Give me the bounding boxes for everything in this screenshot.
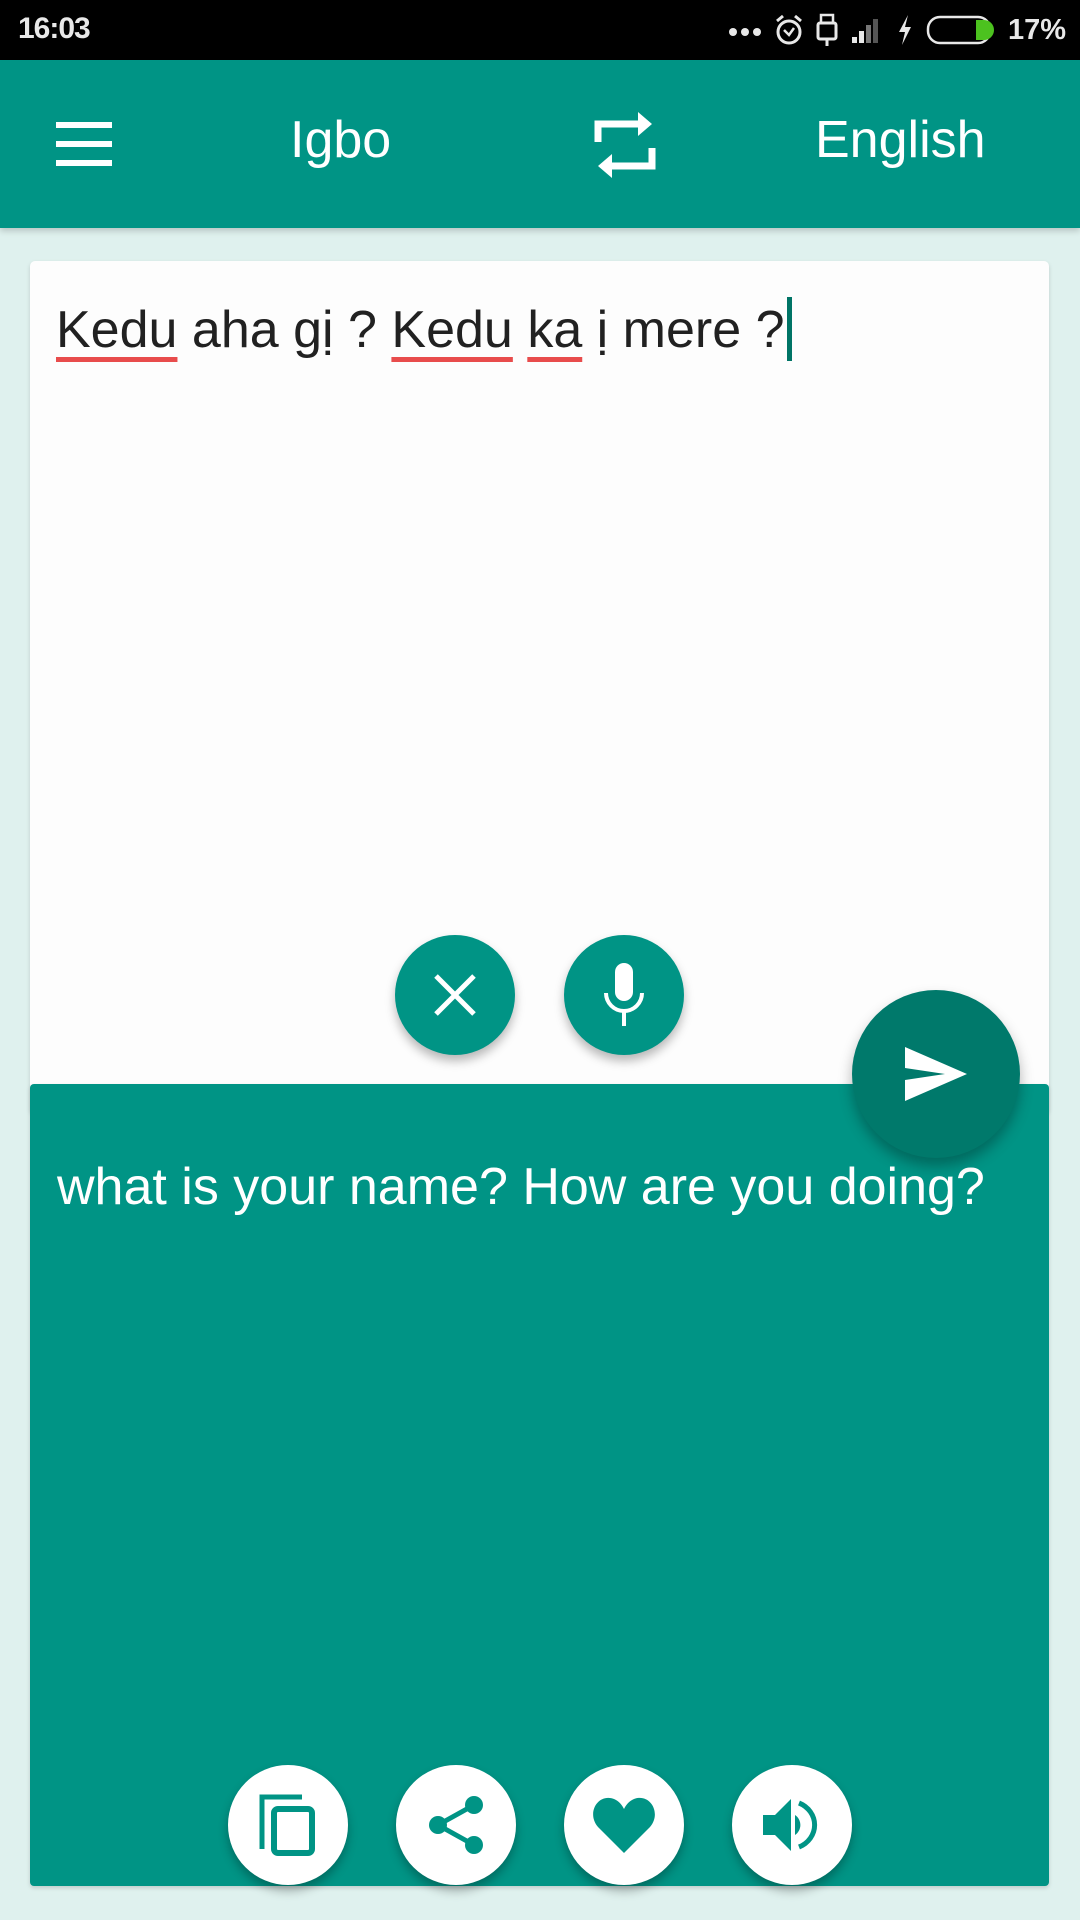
share-icon xyxy=(429,1796,483,1854)
usb-icon xyxy=(816,13,838,47)
send-icon xyxy=(905,1047,967,1101)
translated-text: what is your name? How are you doing? xyxy=(57,1158,985,1216)
status-icons: 17% xyxy=(728,8,1066,52)
misspelled-word: Kedu xyxy=(56,301,178,359)
heart-icon xyxy=(593,1797,655,1853)
copy-button[interactable] xyxy=(228,1765,348,1885)
output-card: what is your name? How are you doing? xyxy=(30,1084,1049,1886)
speaker-icon xyxy=(763,1799,818,1851)
target-language-selector[interactable]: English xyxy=(815,110,986,170)
clear-button[interactable] xyxy=(395,935,515,1055)
copy-icon xyxy=(259,1794,315,1856)
input-text-segment xyxy=(513,301,527,359)
misspelled-word: Kedu xyxy=(391,301,513,359)
close-icon xyxy=(434,974,476,1016)
charging-icon xyxy=(896,14,914,46)
microphone-button[interactable] xyxy=(564,935,684,1055)
source-text-input[interactable]: Kedu aha gị ? Kedu ka ị mere ? xyxy=(56,297,1023,362)
speak-button[interactable] xyxy=(732,1765,852,1885)
status-bar: 16:03 17% xyxy=(0,0,1080,60)
microphone-icon xyxy=(604,963,644,1026)
status-time: 16:03 xyxy=(18,12,91,45)
signal-icon xyxy=(850,15,884,45)
app-toolbar: Igbo English xyxy=(0,60,1080,228)
translate-send-button[interactable] xyxy=(852,990,1020,1158)
misspelled-word: ka xyxy=(527,301,583,359)
hamburger-menu-icon[interactable] xyxy=(56,122,112,166)
more-dots-icon xyxy=(728,23,762,37)
battery-icon xyxy=(926,15,996,45)
text-caret xyxy=(786,297,792,361)
swap-languages-icon[interactable] xyxy=(590,112,660,178)
battery-percent: 17% xyxy=(1007,13,1066,46)
source-language-selector[interactable]: Igbo xyxy=(290,110,391,170)
alarm-icon xyxy=(774,13,804,47)
favorite-button[interactable] xyxy=(564,1765,684,1885)
share-button[interactable] xyxy=(396,1765,516,1885)
input-text-segment: aha gị ? xyxy=(177,301,392,359)
input-text-segment: ị mere ? xyxy=(582,301,785,359)
input-card: Kedu aha gị ? Kedu ka ị mere ? xyxy=(30,261,1049,1113)
